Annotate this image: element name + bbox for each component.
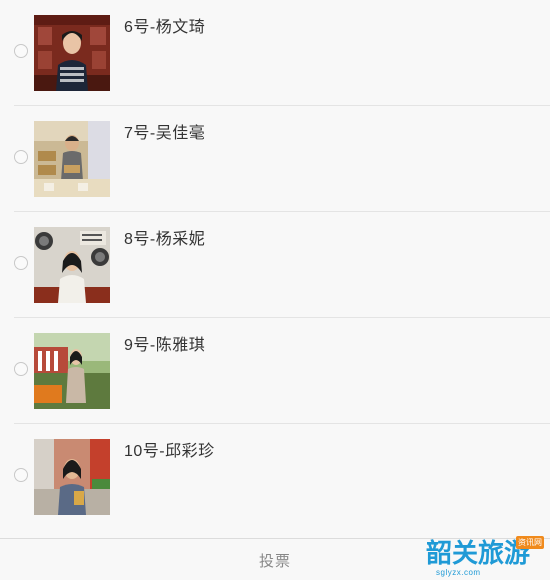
candidate-label: 6号-杨文琦: [124, 19, 206, 36]
candidate-item[interactable]: 7号-吴佳毫: [14, 106, 550, 212]
candidate-label: 9号-陈雅琪: [124, 337, 206, 354]
candidate-photo: [34, 227, 110, 303]
watermark-logo: 韶关旅游 资讯网 sglyzx.com: [426, 536, 544, 578]
radio-button[interactable]: [14, 256, 28, 270]
radio-button[interactable]: [14, 362, 28, 376]
watermark-tag: 资讯网: [516, 536, 544, 549]
radio-button[interactable]: [14, 468, 28, 482]
candidate-item[interactable]: 8号-杨采妮: [14, 212, 550, 318]
vote-page: 6号-杨文琦 7号-吴佳毫 8号-杨采妮 9号-陈雅琪 10号-邱彩珍 投票 韶…: [0, 0, 550, 580]
radio-button[interactable]: [14, 150, 28, 164]
candidate-label: 8号-杨采妮: [124, 231, 206, 248]
watermark-url: sglyzx.com: [436, 568, 481, 577]
candidate-photo: [34, 439, 110, 515]
candidate-item[interactable]: 10号-邱彩珍: [14, 424, 550, 529]
candidate-item[interactable]: 9号-陈雅琪: [14, 318, 550, 424]
radio-button[interactable]: [14, 44, 28, 58]
candidate-photo: [34, 333, 110, 409]
candidate-list: 6号-杨文琦 7号-吴佳毫 8号-杨采妮 9号-陈雅琪 10号-邱彩珍: [0, 0, 550, 529]
candidate-label: 10号-邱彩珍: [124, 443, 215, 460]
vote-button[interactable]: 投票: [259, 550, 291, 571]
watermark-main-text: 韶关旅游: [426, 538, 531, 568]
candidate-item[interactable]: 6号-杨文琦: [14, 0, 550, 106]
candidate-label: 7号-吴佳毫: [124, 125, 206, 142]
candidate-photo: [34, 121, 110, 197]
candidate-photo: [34, 15, 110, 91]
